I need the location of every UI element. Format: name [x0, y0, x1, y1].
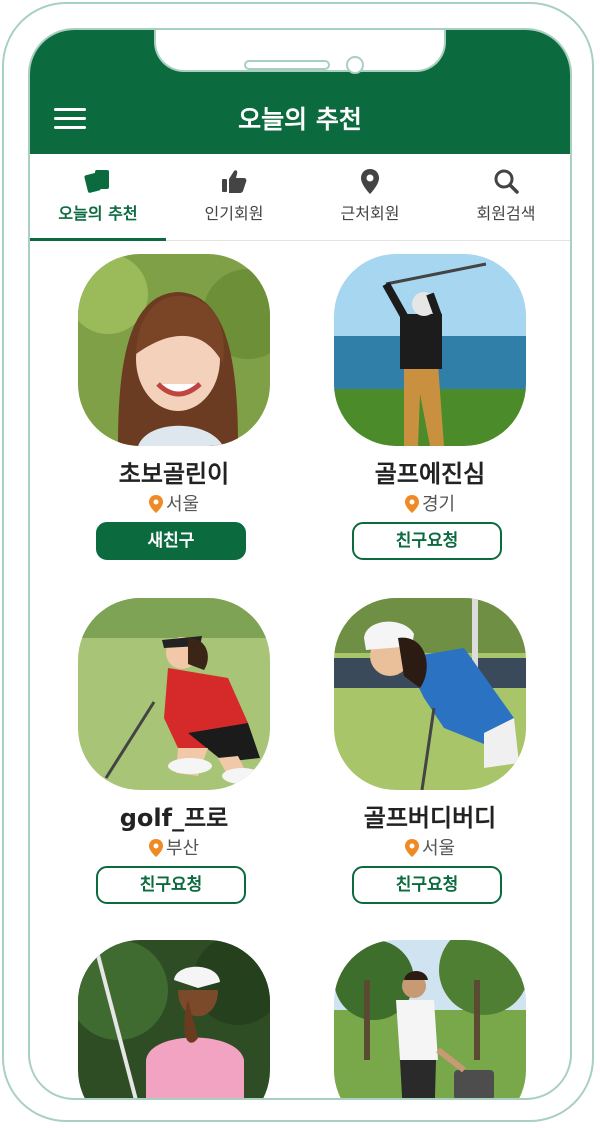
- member-location: 경기: [330, 490, 530, 516]
- thumbs-up-icon: [222, 170, 247, 193]
- active-tab-indicator: [30, 238, 166, 241]
- location-pin-icon: [148, 495, 163, 513]
- tab-bar: 오늘의 추천 인기회원 근처회원 회원검색: [30, 154, 570, 241]
- member-location: 서울: [74, 490, 274, 516]
- member-name: 골프버디버디: [363, 804, 497, 832]
- member-photo[interactable]: [334, 598, 526, 790]
- phone-camera: [346, 56, 364, 74]
- tab-label: 회원검색: [476, 204, 536, 223]
- location-label: 경기: [421, 494, 456, 515]
- member-photo[interactable]: [78, 598, 270, 790]
- tab-member-search[interactable]: 회원검색: [438, 154, 570, 240]
- member-photo[interactable]: [78, 254, 270, 446]
- tab-today-recommend[interactable]: 오늘의 추천: [30, 154, 166, 241]
- member-photo[interactable]: [334, 940, 526, 1098]
- page-title: 오늘의 추천: [238, 105, 362, 134]
- cards-icon: [84, 170, 109, 193]
- tab-label: 근처회원: [340, 204, 400, 223]
- tab-label: 인기회원: [204, 204, 264, 223]
- member-location: 부산: [74, 834, 274, 860]
- member-photo[interactable]: [78, 940, 270, 1098]
- member-name: 골프에진심: [374, 460, 486, 488]
- friend-request-button[interactable]: 친구요청: [96, 866, 246, 904]
- member-location: 서울: [330, 834, 530, 860]
- location-label: 부산: [165, 838, 200, 859]
- location-label: 서울: [421, 838, 456, 859]
- new-friend-button[interactable]: 새친구: [96, 522, 246, 560]
- app-screen: 오늘의 추천 오늘의 추천 인기회원 근처회원 회원검색 초보골린이 서울 새친…: [28, 28, 572, 1100]
- location-label: 서울: [165, 494, 200, 515]
- tab-label: 오늘의 추천: [58, 204, 138, 223]
- tab-popular-members[interactable]: 인기회원: [166, 154, 302, 240]
- member-name: 초보골린이: [118, 460, 230, 488]
- location-pin-icon: [361, 169, 379, 194]
- location-pin-icon: [404, 839, 419, 857]
- tab-nearby-members[interactable]: 근처회원: [302, 154, 438, 240]
- friend-request-button[interactable]: 친구요청: [352, 522, 502, 560]
- search-icon: [494, 169, 519, 194]
- location-pin-icon: [404, 495, 419, 513]
- location-pin-icon: [148, 839, 163, 857]
- friend-request-button[interactable]: 친구요청: [352, 866, 502, 904]
- member-name: golf_프로: [119, 804, 229, 832]
- member-photo[interactable]: [334, 254, 526, 446]
- phone-speaker: [244, 60, 330, 70]
